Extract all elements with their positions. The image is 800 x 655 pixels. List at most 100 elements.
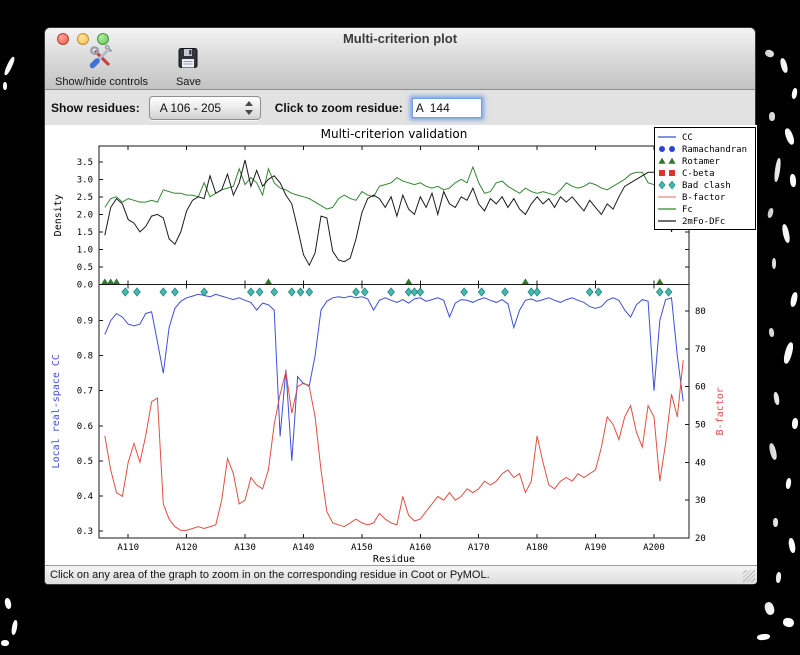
x-tick-label: A130 <box>234 543 256 553</box>
density-tick-label: 0.5 <box>77 263 93 273</box>
x-tick-label: A110 <box>117 543 139 553</box>
controls-row: Show residues: A 106 - 205 Click to zoom… <box>45 90 755 127</box>
density-tick-label: 2.0 <box>77 210 93 220</box>
show-hide-controls-button[interactable]: Show/hide controls <box>55 44 148 88</box>
plot-title: Multi-criterion validation <box>321 127 468 141</box>
cc-tick-label: 0.7 <box>77 387 93 397</box>
noise-speck <box>773 157 782 183</box>
density-axis-label: Density <box>53 194 64 236</box>
noise-speck <box>773 518 778 527</box>
multi-criterion-plot-window: Multi-criterion plot Show/hide controls <box>44 27 757 585</box>
b-factor-tick-label: 70 <box>695 345 706 355</box>
zoom-residue-label: Click to zoom residue: <box>274 101 403 115</box>
save-label: Save <box>175 76 202 88</box>
legend-label: CC <box>682 133 693 143</box>
window-title: Multi-criterion plot <box>342 31 458 46</box>
b-factor-tick-label: 20 <box>695 534 706 544</box>
noise-speck <box>763 600 776 617</box>
residue-range-value: A 106 - 205 <box>159 101 222 115</box>
zoom-residue-input[interactable] <box>411 98 482 118</box>
resize-grip-icon[interactable] <box>743 570 755 582</box>
noise-speck <box>787 537 797 554</box>
b-factor-axis-label: B-factor <box>715 387 726 435</box>
validation-plot-area[interactable] <box>99 284 689 539</box>
legend-square-marker <box>669 170 675 176</box>
density-tick-label: 3.5 <box>77 158 93 168</box>
noise-speck <box>775 571 782 584</box>
status-bar-text: Click on any area of the graph to zoom i… <box>50 569 490 581</box>
window-buttons <box>57 33 109 45</box>
density-tick-label: 1.5 <box>77 228 93 238</box>
legend-label: Bad clash <box>682 181 731 191</box>
zoom-button[interactable] <box>97 33 109 45</box>
x-tick-label: A180 <box>526 543 548 553</box>
noise-speck <box>785 477 792 490</box>
noise-speck <box>782 616 795 629</box>
density-tick-label: 2.5 <box>77 193 93 203</box>
stepper-arrows-icon <box>244 101 254 115</box>
legend-label: C-beta <box>682 169 715 179</box>
save-button[interactable]: Save <box>176 46 201 88</box>
b-factor-tick-label: 60 <box>695 383 706 393</box>
noise-speck <box>3 82 7 90</box>
density-tick-label: 3.0 <box>77 175 93 185</box>
noise-speck <box>782 341 795 365</box>
cc-tick-label: 0.8 <box>77 352 93 362</box>
close-button[interactable] <box>57 33 69 45</box>
b-factor-tick-label: 80 <box>695 307 706 317</box>
cc-tick-label: 0.4 <box>77 492 93 502</box>
noise-speck <box>768 442 778 461</box>
status-bar: Click on any area of the graph to zoom i… <box>45 565 757 584</box>
noise-speck <box>789 173 797 188</box>
noise-speck <box>791 417 799 430</box>
noise-speck <box>766 207 775 219</box>
x-axis-label: Residue <box>373 554 415 565</box>
noise-speck <box>772 258 776 269</box>
b-factor-tick-label: 30 <box>695 496 706 506</box>
figure-canvas: A110 A120 A130 A140 A150 A160 A170 A180 A190 A200… <box>45 125 757 565</box>
legend-label: B-factor <box>682 193 726 203</box>
toolbar: Show/hide controls Save <box>45 45 755 88</box>
noise-speck <box>779 57 789 74</box>
show-hide-controls-label: Show/hide controls <box>55 76 148 88</box>
legend-circle-marker <box>659 146 665 152</box>
b-factor-tick-label: 40 <box>695 458 706 468</box>
noise-speck <box>768 327 775 338</box>
title-bar[interactable]: Multi-criterion plot <box>45 28 755 50</box>
noise-speck <box>769 112 775 121</box>
noise-speck <box>781 223 791 244</box>
legend-label: 2mFo-DFc <box>682 217 725 227</box>
x-tick-label: A170 <box>468 543 490 553</box>
window-chrome: Multi-criterion plot Show/hide controls <box>45 28 755 90</box>
x-tick-label: A190 <box>585 543 607 553</box>
legend-label: Ramachandran <box>682 145 747 155</box>
noise-speck <box>10 619 19 636</box>
cc-tick-label: 0.5 <box>77 457 93 467</box>
validation-plot-svg: A110 A120 A130 A140 A150 A160 A170 A180 A190 A200… <box>51 127 756 565</box>
x-tick-label: A120 <box>176 543 198 553</box>
noise-speck <box>772 391 781 406</box>
x-tick-label: A160 <box>409 543 431 553</box>
legend-circle-marker <box>669 146 675 152</box>
legend: CC Ramachandran Rotamer C-beta Bad clash B-fa… <box>654 127 756 230</box>
minimize-button[interactable] <box>77 33 89 45</box>
noise-speck <box>3 597 13 610</box>
noise-speck <box>789 291 799 308</box>
noise-speck <box>1 640 9 646</box>
density-plot-area[interactable] <box>99 146 689 285</box>
floppy-save-icon <box>176 46 200 75</box>
cc-axis-label: Local real-space CC <box>51 354 62 468</box>
legend-label: Fc <box>682 205 693 215</box>
cc-tick-label: 0.3 <box>77 527 93 537</box>
noise-speck <box>783 127 796 146</box>
cc-tick-label: 0.6 <box>77 422 93 432</box>
x-tick-label: A150 <box>351 543 373 553</box>
noise-speck <box>791 87 798 100</box>
residue-range-dropdown[interactable]: A 106 - 205 <box>148 96 261 120</box>
cc-tick-label: 0.9 <box>77 317 93 327</box>
noise-speck <box>764 48 775 59</box>
legend-label: Rotamer <box>682 157 721 167</box>
show-residues-label: Show residues: <box>51 101 140 115</box>
legend-square-marker <box>659 170 665 176</box>
density-tick-label: 0.0 <box>77 281 93 291</box>
